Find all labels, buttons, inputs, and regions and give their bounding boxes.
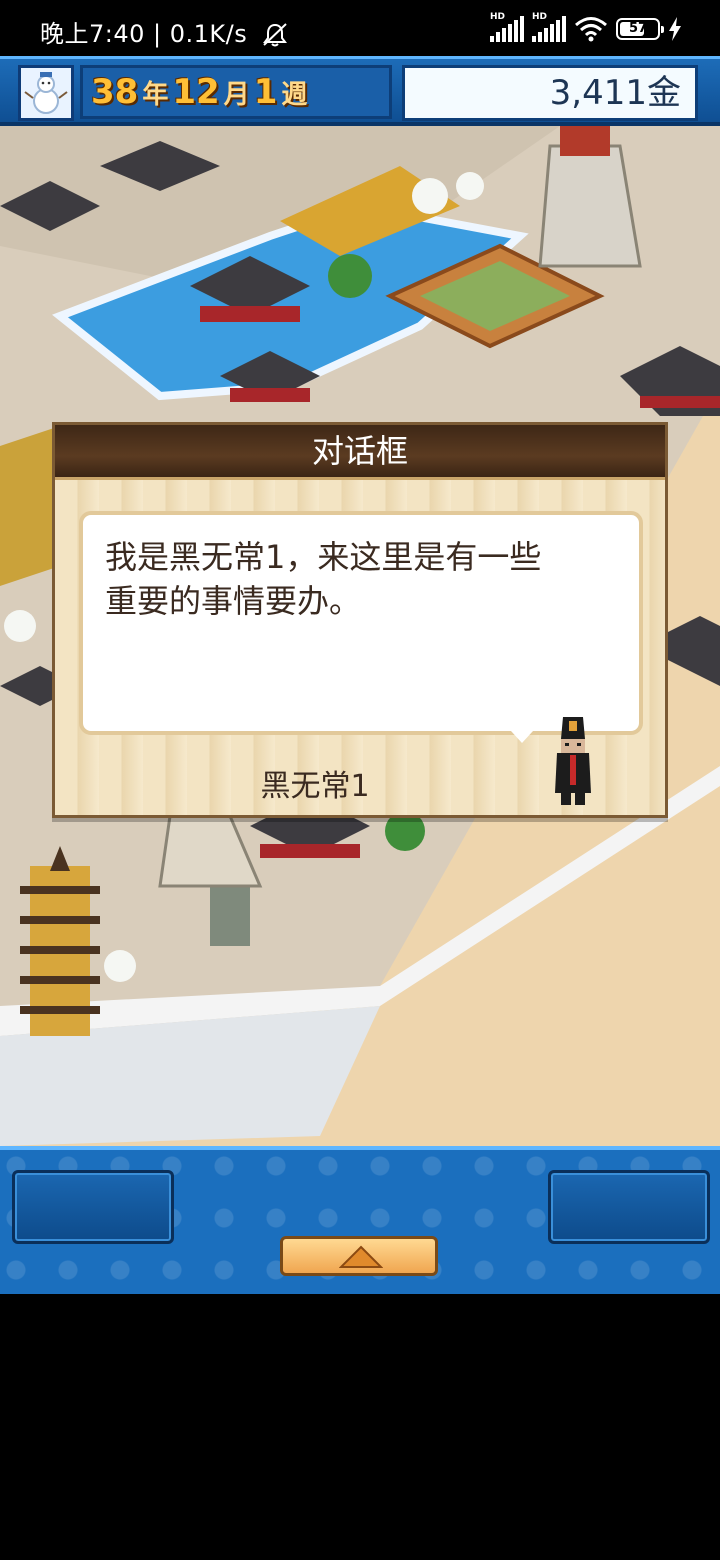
bottom-toolbar [0, 1146, 720, 1294]
right-menu-button[interactable] [548, 1170, 710, 1244]
month-unit: 月 [223, 79, 250, 110]
speaker-name: 黑无常1 [260, 769, 370, 804]
mute-bell-icon [263, 23, 288, 47]
battery-level: 57 [628, 21, 648, 36]
speaker-portrait-icon [555, 717, 591, 805]
top-hud: 38 年 12 月 1 週 3,411金 [0, 56, 720, 126]
year-value: 38 [91, 72, 139, 112]
dialog-message-line-1: 我是黑无常1，来这里是有一些 [105, 538, 542, 576]
speech-bubble: 我是黑无常1，来这里是有一些 重要的事情要办。 [79, 511, 643, 735]
game-date: 38 年 12 月 1 週 [80, 65, 392, 119]
charging-icon [669, 17, 681, 41]
empty-area [0, 1294, 720, 1560]
triangle-up-icon [339, 1245, 383, 1268]
snowman-season-icon[interactable] [18, 65, 74, 121]
clock: 晚上7:40 [40, 20, 145, 48]
month-value: 12 [172, 72, 220, 112]
network-speed: 0.1K/s [169, 20, 248, 48]
wifi-icon [575, 17, 607, 42]
battery-icon: 57 [616, 18, 664, 40]
status-right: HD HD 57 [490, 12, 682, 42]
year-unit: 年 [142, 79, 169, 110]
dialog-title: 对话框 [55, 425, 665, 480]
speech-bubble-tail [511, 731, 533, 743]
week-unit: 週 [281, 79, 308, 110]
signal-icon-2: HD [532, 12, 566, 42]
week-value: 1 [253, 72, 278, 112]
dialog-box[interactable]: 对话框 我是黑无常1，来这里是有一些 重要的事情要办。 黑无常1 [52, 422, 668, 818]
signal-icon-1: HD [490, 12, 524, 42]
status-left: 晚上7:40 | 0.1K/s [40, 14, 289, 49]
dialog-message-line-2: 重要的事情要办。 [105, 582, 362, 620]
status-bar: 晚上7:40 | 0.1K/s HD HD 57 [0, 0, 720, 60]
expand-menu-button[interactable] [280, 1236, 438, 1276]
left-menu-button[interactable] [12, 1170, 174, 1244]
money-display: 3,411金 [402, 65, 698, 121]
